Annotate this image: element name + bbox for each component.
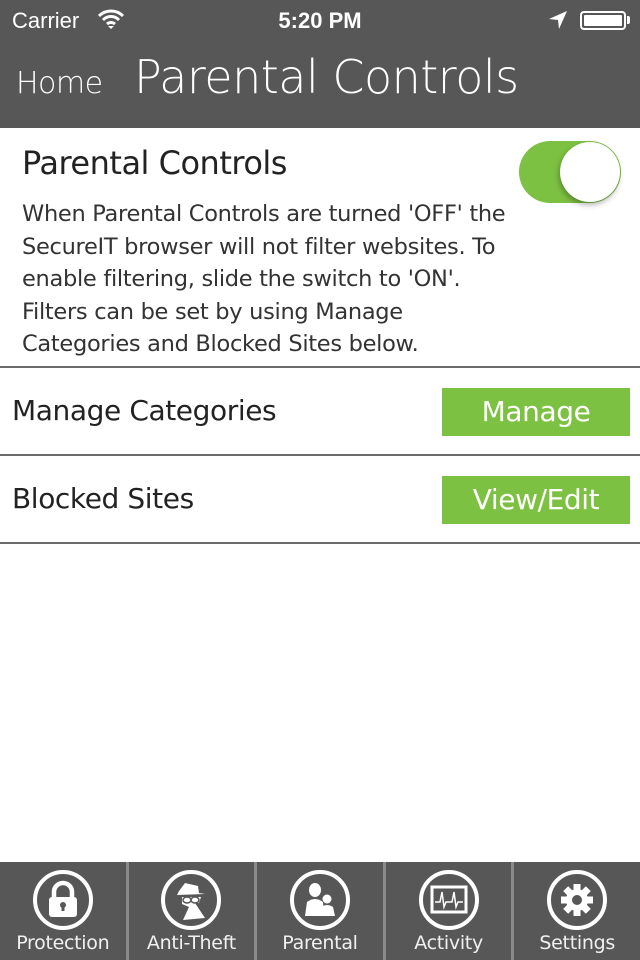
manage-categories-row: Manage Categories Manage — [0, 368, 640, 456]
section-description: When Parental Controls are turned 'OFF' … — [22, 201, 506, 357]
tab-activity[interactable]: Activity — [382, 862, 512, 960]
tab-bar: Protection Anti-Theft Parental Activity … — [0, 862, 640, 960]
tab-label: Settings — [539, 932, 615, 954]
lock-icon — [32, 870, 93, 930]
header: Carrier 5:20 PM Home Parental Controls — [0, 0, 640, 128]
location-arrow-icon — [549, 11, 567, 29]
manage-categories-label: Manage Categories — [12, 394, 277, 427]
status-bar: Carrier 5:20 PM — [0, 0, 640, 40]
tab-anti-theft[interactable]: Anti-Theft — [125, 862, 255, 960]
page-title: Parental Controls — [134, 50, 519, 104]
tab-label: Anti-Theft — [146, 932, 236, 954]
view-edit-button[interactable]: View/Edit — [442, 476, 630, 524]
toggle-knob[interactable] — [560, 142, 620, 202]
clock: 5:20 PM — [278, 8, 362, 33]
blocked-sites-row: Blocked Sites View/Edit — [0, 456, 640, 544]
heartbeat-monitor-icon — [418, 870, 479, 930]
spy-icon — [161, 870, 222, 930]
tab-label: Activity — [414, 932, 483, 954]
blocked-sites-label: Blocked Sites — [12, 482, 194, 515]
tab-label: Protection — [16, 932, 110, 954]
battery-tip — [627, 16, 630, 24]
gear-icon — [547, 870, 608, 930]
tab-parental[interactable]: Parental — [254, 862, 383, 960]
battery-icon — [580, 11, 626, 30]
section-title: Parental Controls — [22, 144, 287, 182]
tab-label: Parental — [282, 932, 358, 954]
tab-protection[interactable]: Protection — [0, 862, 126, 960]
tab-settings[interactable]: Settings — [511, 862, 640, 960]
manage-button[interactable]: Manage — [442, 388, 630, 436]
back-button-home[interactable]: Home — [16, 66, 103, 101]
parent-child-icon — [289, 870, 350, 930]
parental-controls-toggle[interactable] — [519, 141, 621, 203]
